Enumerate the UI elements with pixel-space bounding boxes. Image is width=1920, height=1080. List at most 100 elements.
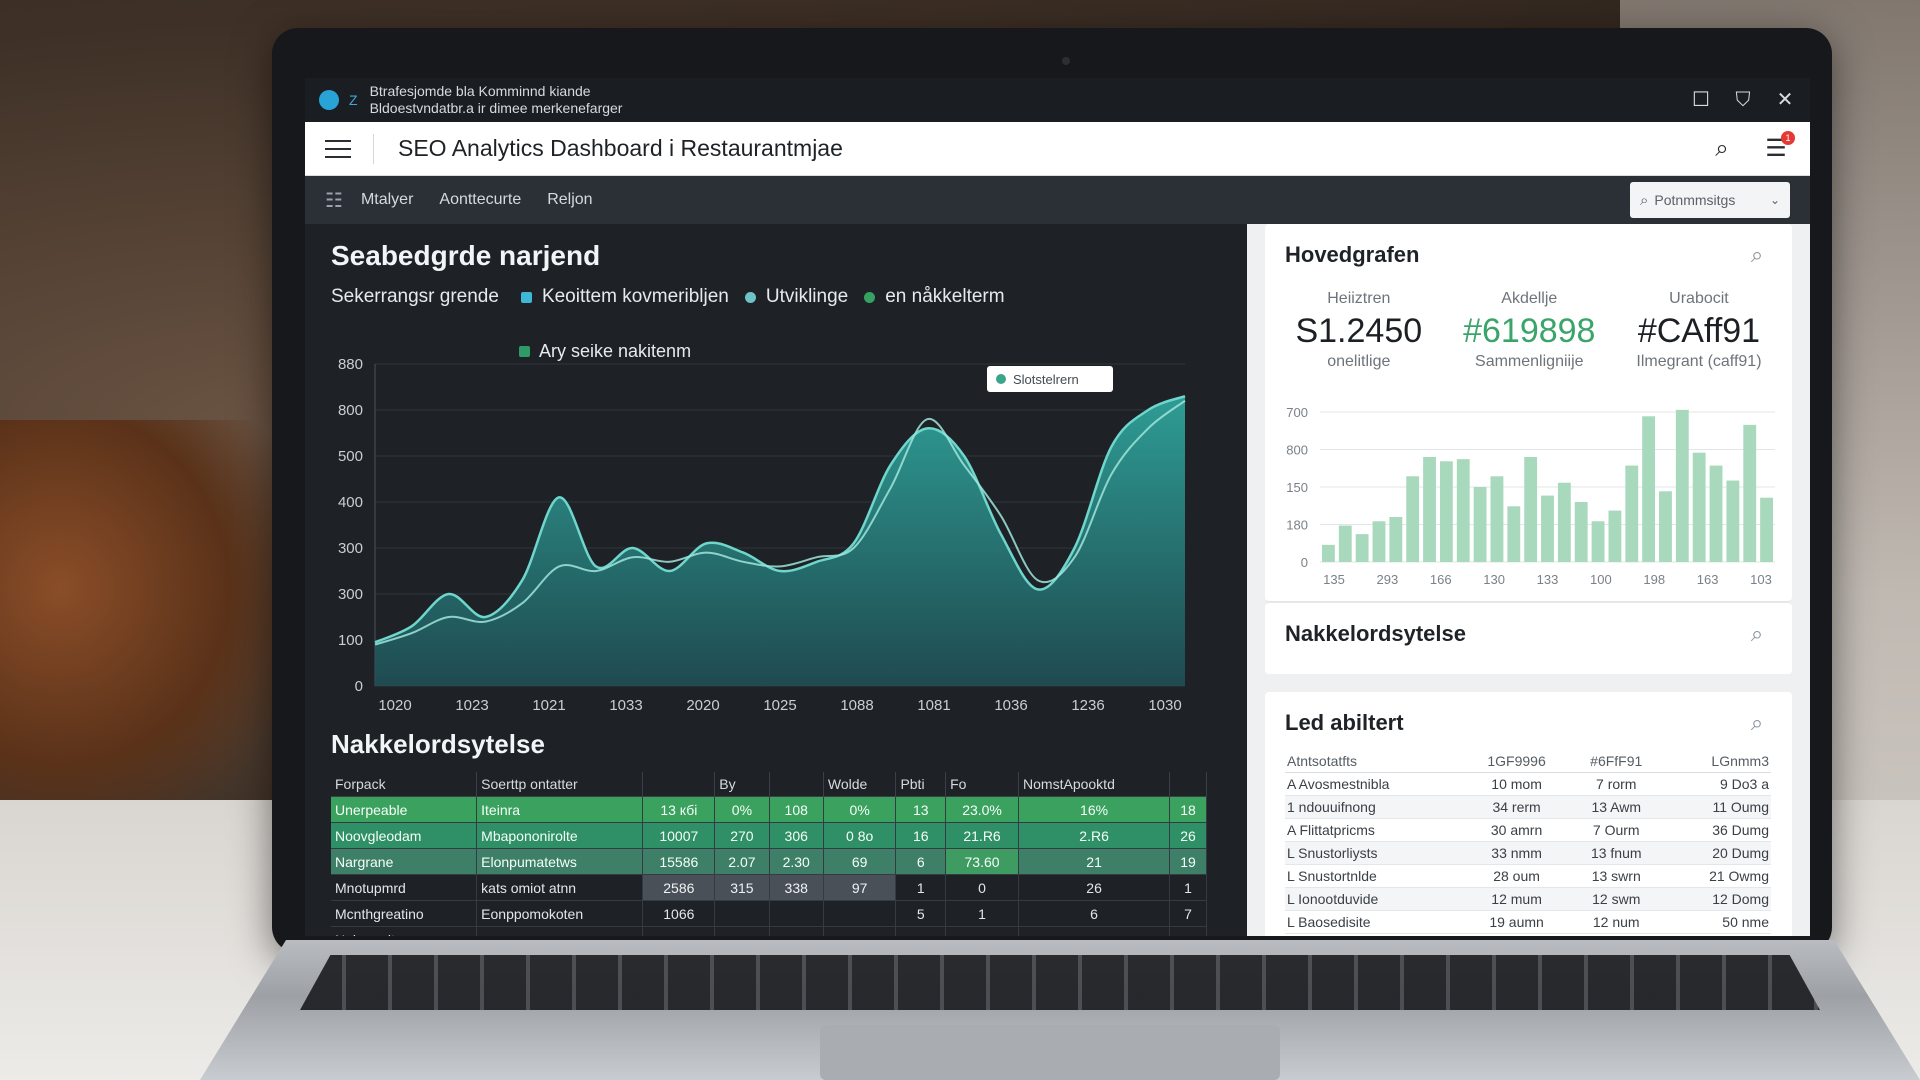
bar[interactable] (1574, 502, 1588, 562)
bar[interactable] (1406, 476, 1420, 562)
table-cell: Eonppomokoten (476, 900, 644, 927)
column-header[interactable]: Pbti (895, 772, 947, 797)
table-cell: 306 (769, 822, 824, 849)
table-row[interactable]: A Avosmestnibla 10 mom 7 rorm 9 Do3 a (1285, 772, 1771, 796)
table-cell: 19 aumn (1464, 910, 1570, 934)
nav-search-placeholder: Potnmmsitgs (1654, 192, 1736, 208)
table-row[interactable]: L Snustorliysts 33 nmm 13 fnum 20 Dumg (1285, 841, 1771, 865)
search-icon[interactable]: ⌕ (1744, 710, 1770, 736)
column-header[interactable]: Forpack (331, 772, 478, 797)
bar-chart[interactable]: 0 180 150 800 700 135 293 166 130 133 100 198 163 103 (1265, 404, 1793, 594)
table-cell (714, 926, 770, 936)
bar[interactable] (1473, 487, 1487, 562)
legend-item-1[interactable]: Keoittem kovmeribljen (520, 286, 729, 308)
table-row[interactable]: A Flittatpricms 30 amrn 7 Ourm 36 Dumg (1285, 818, 1771, 842)
bar[interactable] (1760, 497, 1773, 562)
search-icon[interactable]: ⌕ (1744, 242, 1770, 268)
bar[interactable] (1659, 491, 1672, 562)
area-series-1[interactable] (375, 396, 1185, 686)
bar[interactable] (1726, 480, 1740, 562)
bar[interactable] (1625, 465, 1639, 562)
close-icon[interactable]: ✕ (1774, 89, 1796, 111)
column-header[interactable]: 1GF9996 (1464, 750, 1570, 773)
maximize-icon[interactable]: ☐ (1690, 89, 1712, 111)
table-cell: 12 swm (1569, 887, 1664, 911)
bar[interactable] (1709, 465, 1723, 562)
bar[interactable] (1389, 517, 1403, 562)
bar[interactable] (1743, 424, 1757, 562)
table-row[interactable]: L Snustortnlde 28 oum 13 swrn 21 Owmg (1285, 864, 1771, 888)
column-header[interactable]: Atntsotatfts (1285, 750, 1465, 773)
table-cell: 28 oum (1464, 864, 1570, 888)
bar[interactable] (1456, 459, 1470, 562)
table-cell: Nuimprpite (331, 926, 478, 936)
table-cell: 21.R6 (945, 822, 1020, 849)
table-cell: 23.0% (945, 796, 1020, 823)
column-header[interactable] (769, 772, 824, 797)
column-header[interactable]: Wolde (823, 772, 897, 797)
column-header[interactable]: #6FfF91 (1569, 750, 1664, 773)
legend-item-3[interactable]: en nåkkelterm (864, 286, 1005, 308)
column-header[interactable]: Soerttp ontatter (476, 772, 644, 797)
bar[interactable] (1338, 525, 1352, 562)
column-header[interactable] (1169, 772, 1207, 797)
kpi-sub: onelitlige (1327, 353, 1391, 370)
table-row[interactable]: Mnotupmrd kats omiot atnn 2586 315 338 97 1 0 26… (331, 874, 1207, 901)
nav-item-mtalyer[interactable]: Mtalyer (361, 191, 413, 209)
column-header[interactable]: Fo (945, 772, 1020, 797)
bar[interactable] (1675, 409, 1689, 562)
x-tick-label: 166 (1430, 572, 1452, 587)
shield-icon[interactable]: ⛉ (1732, 89, 1754, 111)
search-icon[interactable]: ⌕ (1708, 135, 1736, 163)
bar[interactable] (1372, 521, 1386, 562)
keywords-performance-card: Nakkelordsytelse ⌕ (1265, 602, 1792, 674)
bar[interactable] (1692, 452, 1706, 562)
bar[interactable] (1490, 476, 1504, 562)
bar[interactable] (1541, 495, 1554, 562)
search-icon[interactable]: ⌕ (1744, 621, 1770, 647)
table-cell: 13 Awm (1569, 795, 1664, 819)
area-chart[interactable]: 0 100 300 300 400 500 800 880 1020 1023 1021 1033 20… (331, 341, 1211, 724)
bar[interactable] (1355, 534, 1369, 562)
y-tick-label: 700 (1286, 405, 1308, 420)
menu-icon[interactable] (325, 139, 351, 158)
bar[interactable] (1591, 521, 1605, 562)
bar[interactable] (1608, 510, 1622, 562)
table-row[interactable]: Mcnthgreatino Eonppomokoten 1066 5 1 6 7 (331, 900, 1207, 927)
column-header[interactable]: NomstApooktd (1018, 772, 1171, 797)
nav-item-reljon[interactable]: Reljon (547, 191, 592, 209)
table-cell: Elonpumatetws (476, 848, 644, 875)
list-icon[interactable]: ☷ (325, 188, 343, 213)
table-cell: 20 Dumg (1663, 841, 1771, 865)
legend-item-2[interactable]: Utviklinge (744, 286, 848, 308)
notifications-icon[interactable]: ☰ 1 (1762, 130, 1795, 163)
table-row[interactable]: 1 ndouuifnong 34 rerm 13 Awm 11 Oumg (1285, 795, 1771, 819)
bar[interactable] (1423, 457, 1436, 562)
table-cell: 270 (714, 822, 770, 849)
bar[interactable] (1439, 461, 1453, 562)
table-cell: 97 (823, 874, 897, 901)
legend-swatch-3 (864, 291, 876, 303)
column-header[interactable]: LGnmm3 (1663, 750, 1771, 773)
nav-item-aonttecurte[interactable]: Aonttecurte (439, 191, 521, 209)
bar[interactable] (1642, 416, 1656, 562)
table-row[interactable]: L Ionootduvide 12 mum 12 swm 12 Domg (1285, 887, 1771, 911)
table-row[interactable]: Noovgleodam Mbapononirolte 10007 270 306 0 8o… (331, 822, 1207, 849)
table-row[interactable]: Unerpeable Iteinra 13 кбі 0% 108 0% 13 23.0% 16%… (331, 796, 1207, 823)
bar[interactable] (1322, 544, 1335, 562)
window-title-line2: Bldoestvndatbr.a ir dimee merkenefarger (369, 100, 623, 116)
table-cell: 73.60 (945, 848, 1020, 875)
table-row[interactable]: Nuimprpite (331, 926, 1207, 936)
table-cell: 10 mom (1464, 772, 1570, 796)
table-cell: Mcnthgreatino (331, 900, 478, 927)
table-cell: 26 (1018, 874, 1171, 901)
nav-search-dropdown[interactable]: ⌕ Potnmmsitgs ⌄ (1630, 182, 1790, 218)
bar[interactable] (1507, 506, 1521, 562)
bar[interactable] (1524, 457, 1538, 562)
column-header[interactable]: By (714, 772, 770, 797)
table-row[interactable]: L Baosedisite 19 aumn 12 num 50 nme (1285, 910, 1771, 934)
column-header[interactable] (642, 772, 716, 797)
bar[interactable] (1557, 482, 1571, 562)
table-row[interactable]: Nargrane Elonpumatetws 15586 2.07 2.30 69 6 73.… (331, 848, 1207, 875)
right-panel: Hovedgrafen ⌕ Heiiztren S1.2450 onelitli… (1247, 224, 1810, 936)
